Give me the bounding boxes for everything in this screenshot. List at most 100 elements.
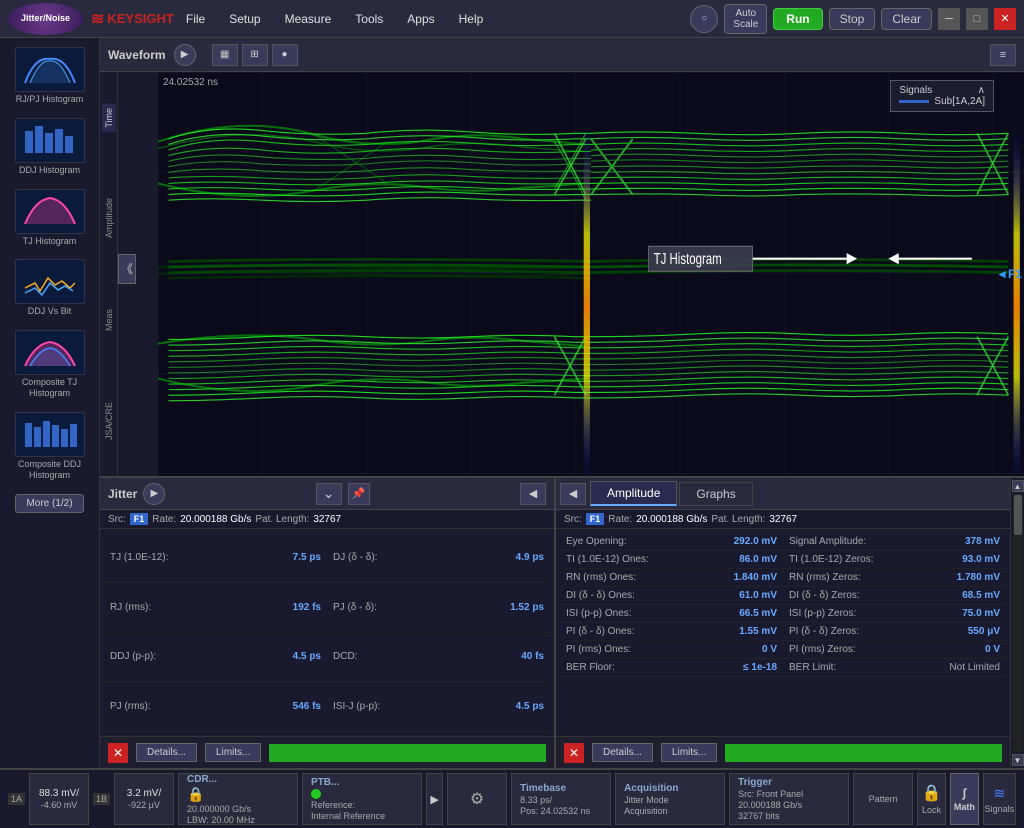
cdr-status: CDR... 🔒 20.000000 Gb/s LBW: 20.00 MHz: [178, 773, 298, 825]
amp-meas-right-1: TI (1.0E-12) Zeros: 93.0 mV: [783, 551, 1006, 569]
vert-label-meas[interactable]: Meas: [102, 305, 116, 335]
jitter-panel: Jitter ▶ ⌄ 📌 ◀ Src: F1 Rate: 20.000188 G…: [100, 478, 556, 768]
rjpj-thumbnail: [15, 47, 85, 92]
amp-nav-left[interactable]: ◀: [560, 483, 586, 505]
right-scrollbar[interactable]: ▲ ▼: [1010, 478, 1024, 768]
keysight-logo: ≋ KEYSIGHT: [91, 9, 174, 29]
grid-view-button[interactable]: ▦: [212, 44, 238, 66]
split-view-button[interactable]: ⊞: [242, 44, 268, 66]
menu-setup[interactable]: Setup: [225, 10, 264, 28]
scroll-up-button[interactable]: ▲: [1012, 480, 1024, 492]
sidebar-item-composite-tj[interactable]: Composite TJ Histogram: [5, 326, 95, 403]
amplitude-limits-button[interactable]: Limits...: [661, 743, 717, 762]
jitter-collapse-button[interactable]: ⌄: [316, 483, 342, 505]
jitter-limits-button[interactable]: Limits...: [205, 743, 261, 762]
waveform-title: Waveform: [108, 48, 166, 62]
amplitude-panel-bottom: ✕ Details... Limits...: [556, 736, 1010, 768]
lock-button[interactable]: 🔒 Lock: [917, 773, 946, 825]
signals-collapse-icon[interactable]: ∧: [978, 85, 985, 96]
signal-entry: Sub[1A,2A]: [899, 96, 985, 107]
content-area: Waveform ▶ ▦ ⊞ ● ≡ Time Amplitude Meas J…: [100, 38, 1024, 768]
menu-tools[interactable]: Tools: [351, 10, 387, 28]
jitter-status-bar: [269, 744, 546, 762]
pattern-status: Pattern: [853, 773, 913, 825]
menu-apps[interactable]: Apps: [403, 10, 438, 28]
amp-meas-left-6: PI (rms) Ones: 0 V: [560, 641, 783, 659]
signal-label: Sub[1A,2A]: [934, 96, 985, 107]
ddj-vs-bit-thumbnail: [15, 259, 85, 304]
nav-collapse-arrow[interactable]: 《: [118, 254, 136, 284]
jitter-play-button[interactable]: ▶: [143, 483, 165, 505]
math-button[interactable]: ∫ Math: [950, 773, 979, 825]
sidebar-label-tj: TJ Histogram: [23, 236, 77, 247]
main-area: RJ/PJ Histogram DDJ Histogram TJ Histo: [0, 38, 1024, 768]
vert-label-jsa[interactable]: JSA/CRE: [102, 398, 116, 444]
sidebar-item-ddj-vs-bit[interactable]: DDJ Vs Bit: [5, 255, 95, 321]
sidebar-label-ddj-vs-bit: DDJ Vs Bit: [28, 306, 72, 317]
jitter-meas-2: RJ (rms): 192 fs: [104, 583, 327, 633]
amplitude-details-button[interactable]: Details...: [592, 743, 653, 762]
amp-meas-left-0: Eye Opening: 292.0 mV: [560, 533, 783, 551]
graphs-tab[interactable]: Graphs: [679, 482, 752, 506]
sidebar-label-ddj: DDJ Histogram: [19, 165, 80, 176]
status-play-button[interactable]: ▶: [426, 773, 443, 825]
scroll-down-button[interactable]: ▼: [1012, 754, 1024, 766]
waveform-menu-button[interactable]: ≡: [990, 44, 1016, 66]
jitter-close-button[interactable]: ✕: [108, 743, 128, 763]
signals-wave-icon: ≋: [994, 785, 1006, 802]
close-button[interactable]: ✕: [994, 8, 1016, 30]
run-button[interactable]: Run: [773, 8, 822, 30]
scroll-track[interactable]: [1013, 494, 1023, 752]
amp-meas-left-3: DI (δ - δ) Ones: 61.0 mV: [560, 587, 783, 605]
minimize-button[interactable]: ─: [938, 8, 960, 30]
amplitude-status-bar: [725, 744, 1002, 762]
jitter-meas-5: DCD: 40 fs: [327, 633, 550, 683]
scroll-thumb[interactable]: [1014, 495, 1022, 535]
titlebar-controls: ○ AutoScale Run Stop Clear ─ □ ✕: [690, 4, 1016, 34]
more-button[interactable]: More (1/2): [15, 494, 83, 513]
sidebar-item-ddj[interactable]: DDJ Histogram: [5, 114, 95, 180]
ptb-dot-icon: [311, 789, 321, 799]
autoscale-button[interactable]: AutoScale: [724, 4, 767, 34]
math-symbol: ∫: [963, 786, 966, 800]
settings-button[interactable]: ⚙: [447, 773, 507, 825]
jitter-meas-6: PJ (rms): 546 fs: [104, 682, 327, 732]
jitter-panel-bottom: ✕ Details... Limits...: [100, 736, 554, 768]
sidebar-label-composite-ddj: Composite DDJ Histogram: [9, 459, 91, 481]
amp-meas-right-5: PI (δ - δ) Zeros: 550 μV: [783, 623, 1006, 641]
sidebar-item-composite-ddj[interactable]: Composite DDJ Histogram: [5, 408, 95, 485]
stop-button[interactable]: Stop: [829, 8, 876, 30]
amplitude-panel: ◀ Amplitude Graphs Src: F1 Rate: 20.0001…: [556, 478, 1010, 768]
clear-button[interactable]: Clear: [881, 8, 932, 30]
waveform-display-area: 24.02532 ns: [158, 72, 1024, 476]
jitter-pin-button[interactable]: 📌: [348, 483, 370, 505]
f1-marker: ◄F1: [996, 267, 1022, 281]
waveform-play-button[interactable]: ▶: [174, 44, 196, 66]
amplitude-src-info: Src: F1 Rate: 20.000188 Gb/s Pat. Length…: [556, 510, 1010, 529]
timestamp-label: 24.02532 ns: [163, 77, 218, 88]
amplitude-close-button[interactable]: ✕: [564, 743, 584, 763]
sidebar-item-tj[interactable]: TJ Histogram: [5, 185, 95, 251]
composite-tj-thumbnail: [15, 330, 85, 375]
signals-button[interactable]: ≋ Signals: [983, 773, 1016, 825]
circle-button[interactable]: ○: [690, 5, 718, 33]
sidebar-item-rjpj[interactable]: RJ/PJ Histogram: [5, 43, 95, 109]
menu-measure[interactable]: Measure: [281, 10, 336, 28]
vertical-sidebar: Time Amplitude Meas JSA/CRE: [100, 72, 118, 476]
acquisition-status: Acquisition Jitter Mode Acquisition: [615, 773, 725, 825]
ch1b-badge: 1B: [93, 793, 110, 805]
maximize-button[interactable]: □: [966, 8, 988, 30]
app-logo: Jitter/Noise: [8, 3, 83, 35]
amplitude-tab[interactable]: Amplitude: [590, 481, 677, 506]
vert-label-time[interactable]: Time: [102, 104, 116, 132]
jitter-nav-left[interactable]: ◀: [520, 483, 546, 505]
vert-label-amplitude[interactable]: Amplitude: [102, 194, 116, 242]
jitter-details-button[interactable]: Details...: [136, 743, 197, 762]
jitter-f1-badge: F1: [130, 513, 149, 525]
menu-help[interactable]: Help: [455, 10, 488, 28]
ch1a-badge: 1A: [8, 793, 25, 805]
menu-file[interactable]: File: [182, 10, 209, 28]
jitter-meas-1: DJ (δ - δ): 4.9 ps: [327, 533, 550, 583]
dot-button[interactable]: ●: [272, 44, 298, 66]
jitter-measurements: TJ (1.0E-12): 7.5 ps DJ (δ - δ): 4.9 ps …: [100, 529, 554, 736]
